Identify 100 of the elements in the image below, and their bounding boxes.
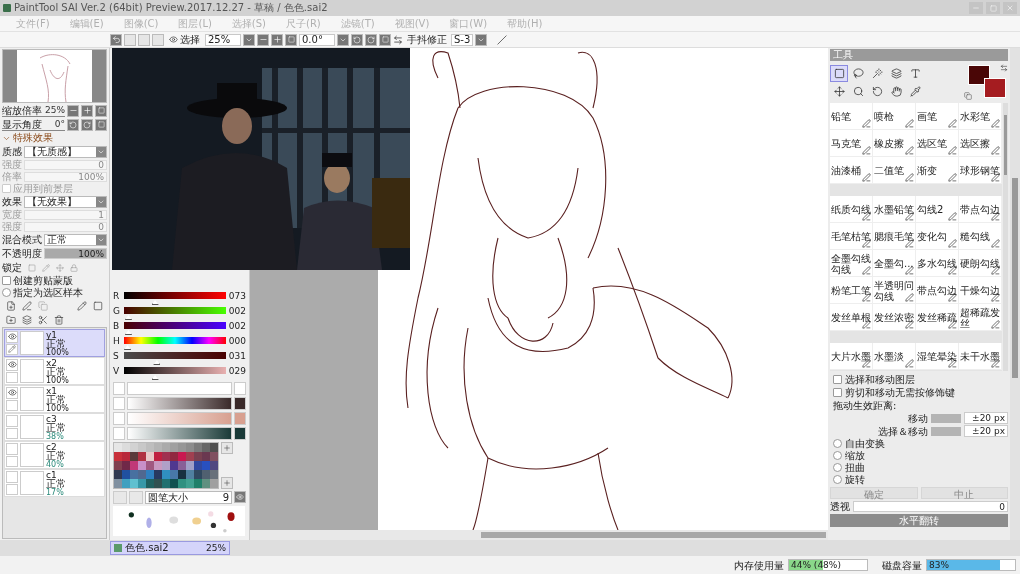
brush-slot[interactable]: 带点勾边 [916,277,959,304]
distance-value[interactable]: ±20 px [964,425,1008,437]
channel-value: 031 [228,352,246,360]
perspective-label: 透视 [830,501,850,512]
distance-name: 移动 [908,412,928,424]
layer-item[interactable]: c3 正常 38% [4,413,105,441]
param-label: 宽度 [2,209,22,220]
angle-label: 显示角度 [2,118,42,130]
layer-opacity: 17% [46,489,64,497]
brush-slot[interactable]: 球形钢笔 [959,157,1002,184]
layer-opacity: 100% [46,405,69,413]
brush-slot[interactable]: 湿笔晕染 [916,343,959,370]
brush-slot[interactable]: 糙勾线 [959,223,1002,250]
layer-item[interactable]: x2 正常 100% [4,357,105,385]
layer-opacity: 38% [46,433,64,441]
distance-value[interactable]: ±20 px [964,412,1008,424]
brush-slot[interactable]: 水墨淡 [873,343,916,370]
brush-size-label: 圆笔大小 [148,492,188,503]
brush-slot[interactable]: 勾线2 [916,196,959,223]
stabilizer-field[interactable]: S-3 [451,33,474,46]
channel-label: B [113,322,121,330]
brush-slot[interactable]: 油漆桶 [830,157,873,184]
brush-slot[interactable]: 超稀疏发丝 [959,304,1002,331]
param-field: 1 [24,209,107,220]
channel-label: V [113,367,121,375]
layer-name: x1 [46,387,58,395]
brush-slot[interactable]: 水彩笔 [959,103,1002,130]
layer-opacity: 40% [46,461,64,469]
brush-slot[interactable]: 画笔 [916,103,959,130]
stabilizer-label: 手抖修正 [407,32,447,47]
brush-slot[interactable]: 橡皮擦 [873,130,916,157]
perspective-field[interactable]: 0 [853,501,1008,512]
layer-item[interactable]: x1 正常 100% [4,385,105,413]
memory-value: 44% (48%) [790,560,841,570]
blend-mode-label: 混合模式 [2,234,42,245]
brush-slot[interactable]: 选区擦 [959,130,1002,157]
param-field: 0 [24,159,107,170]
brush-slot[interactable]: 全墨勾线勾线 [830,250,873,277]
brush-slot[interactable]: 发丝稀疏 [916,304,959,331]
angle-value: 0° [54,119,65,129]
param-label: 强度 [2,221,22,232]
layer-blend-mode: 正常 [46,423,66,433]
brush-slot[interactable]: 渐变 [916,157,959,184]
section-title[interactable]: 特殊效果 [13,131,53,145]
selection-toggle[interactable]: 选择 [169,32,200,47]
brush-slot[interactable]: 未干水墨 [959,343,1002,370]
zoom-value: 25% [45,105,65,115]
option-label: 选择和移动图层 [845,373,915,385]
brush-slot[interactable]: 腮痕毛笔 [873,223,916,250]
texture-select[interactable]: 【无质感】 [24,145,107,158]
layer-item[interactable]: y1 正常 100% [4,329,105,357]
brush-slot[interactable]: 半透明问勾线 [873,277,916,304]
opacity-slider[interactable]: 100% [44,248,107,259]
channel-value: 002 [228,322,246,330]
brush-slot[interactable]: 二值笔 [873,157,916,184]
radio-label: 缩放 [845,450,865,461]
disk-label: 磁盘容量 [882,559,922,571]
layer-opacity: 100% [46,349,69,357]
brush-size-field[interactable]: 圆笔大小 9 [145,491,232,504]
zoom-label: 缩放倍率 [2,104,42,116]
layer-name: y1 [46,331,58,339]
blend-mode-select[interactable]: 正常 [44,233,107,246]
brush-slot[interactable]: 喷枪 [873,103,916,130]
brush-slot[interactable]: 发丝浓密 [873,304,916,331]
channel-label: S [113,352,120,360]
window-title: PaintTool SAI Ver.2 (64bit) Preview.2017.12.27 - 草稿 / 色色.sai2 [14,1,329,15]
layer-blend-mode: 正常 [46,451,66,461]
panel-title: 工具 [830,49,1008,61]
brush-slot[interactable]: 干燥勾边 [959,277,1002,304]
layer-blend-mode: 正常 [46,367,67,377]
brush-slot[interactable]: 全墨勾... [873,250,916,277]
layer-opacity: 100% [46,377,69,385]
brush-slot[interactable]: 大片水墨 [830,343,873,370]
zoom-field[interactable]: 25% [205,33,241,46]
sample-label: 指定为选区样本 [13,287,83,298]
channel-label: H [113,337,121,345]
brush-slot[interactable]: 带点勾边 [959,196,1002,223]
brush-slot[interactable]: 水墨铅笔 [873,196,916,223]
document-tab[interactable]: 色色.sai2 25% [110,541,230,555]
brush-slot[interactable]: 铅笔 [830,103,873,130]
brush-slot[interactable]: 发丝单根 [830,304,873,331]
brush-slot[interactable]: 变化勾 [916,223,959,250]
brush-slot[interactable]: 纸质勾线 [830,196,873,223]
layer-item[interactable]: c2 正常 40% [4,441,105,469]
brush-slot[interactable]: 毛笔枯笔 [830,223,873,250]
layer-item[interactable]: c1 正常 17% [4,469,105,497]
angle-field[interactable]: 0.0° [299,33,335,46]
brush-slot[interactable]: 选区笔 [916,130,959,157]
brush-slot[interactable]: 多水勾线 [916,250,959,277]
channel-value: 073 [228,292,246,300]
distance-label: 拖动生效距离: [833,399,897,411]
option-label: 剪切和移动无需按修饰键 [845,386,955,398]
file-name: 色色.sai2 [125,541,170,555]
perspective-value: 0 [999,501,1006,512]
lock-label: 锁定 [2,262,22,273]
channel-value: 000 [228,337,246,345]
brush-slot[interactable]: 马克笔 [830,130,873,157]
effect-select[interactable]: 【无效果】 [24,195,107,208]
brush-slot[interactable]: 硬朗勾线 [959,250,1002,277]
brush-slot[interactable]: 粉笔工笔 [830,277,873,304]
